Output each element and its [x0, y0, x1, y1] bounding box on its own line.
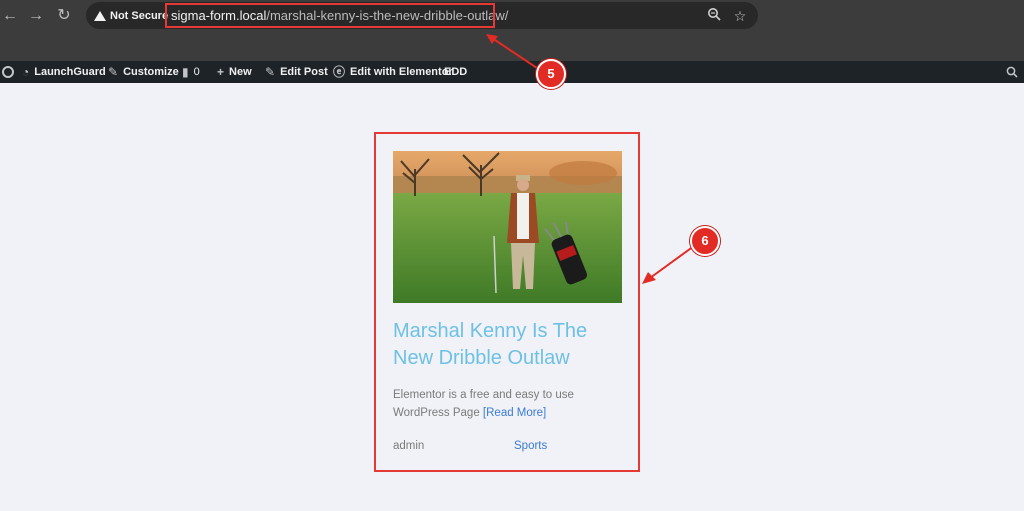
new-label: New	[229, 66, 252, 78]
post-title[interactable]: Marshal Kenny Is The New Dribble Outlaw	[393, 318, 623, 372]
edd-label: EDD	[444, 66, 468, 78]
bookmark-star-icon[interactable]: ☆	[731, 7, 749, 25]
launchguard-label: LaunchGuard	[34, 66, 106, 78]
post-category[interactable]: Sports	[514, 440, 547, 452]
zoom-icon[interactable]	[705, 7, 723, 25]
arrow-6-line	[649, 245, 695, 279]
pencil-icon: ✎	[265, 65, 276, 79]
dashboard-icon: ◔	[22, 65, 30, 79]
post-author[interactable]: admin	[393, 440, 424, 452]
warning-icon	[94, 11, 106, 21]
comments-count: 0	[193, 66, 200, 78]
post-featured-image[interactable]	[393, 151, 622, 303]
comment-icon: ▮	[182, 65, 189, 79]
arrow-6-head	[642, 272, 656, 284]
back-icon[interactable]: ←	[0, 6, 20, 26]
admin-bar-edd[interactable]: EDD	[444, 61, 467, 83]
admin-bar-new[interactable]: + New	[217, 61, 252, 83]
reload-icon[interactable]: ↻	[54, 6, 74, 26]
callout-badge-6: 6	[690, 226, 720, 256]
search-icon[interactable]	[1006, 61, 1018, 83]
plus-icon: +	[217, 65, 225, 79]
edit-elementor-label: Edit with Elementor	[350, 66, 453, 78]
elementor-icon: ⓔ	[333, 65, 346, 79]
wordpress-logo-icon[interactable]	[2, 61, 14, 83]
browser-toolbar: ← → ↻ Not Secure sigma-form.local/marsha…	[0, 0, 1024, 61]
customize-label: Customize	[123, 66, 179, 78]
brush-icon: ✎	[108, 65, 119, 79]
forward-icon[interactable]: →	[26, 6, 46, 26]
admin-bar-edit-post[interactable]: ✎ Edit Post	[265, 61, 328, 83]
post-excerpt: Elementor is a free and easy to use Word…	[393, 386, 618, 422]
security-label: Not Secure	[110, 10, 169, 22]
callout-badge-5: 5	[536, 59, 566, 89]
wp-admin-bar: ◔ LaunchGuard ✎ Customize ▮ 0 + New ✎ Ed…	[0, 61, 1024, 83]
admin-bar-launchguard[interactable]: ◔ LaunchGuard	[22, 61, 106, 83]
admin-bar-customize[interactable]: ✎ Customize	[108, 61, 179, 83]
admin-bar-edit-elementor[interactable]: ⓔ Edit with Elementor	[333, 61, 453, 83]
read-more-link[interactable]: [Read More]	[483, 407, 546, 419]
security-chip[interactable]: Not Secure	[92, 6, 174, 26]
url-highlight-box	[165, 3, 495, 28]
admin-bar-comments[interactable]: ▮ 0	[182, 61, 200, 83]
edit-post-label: Edit Post	[280, 66, 328, 78]
